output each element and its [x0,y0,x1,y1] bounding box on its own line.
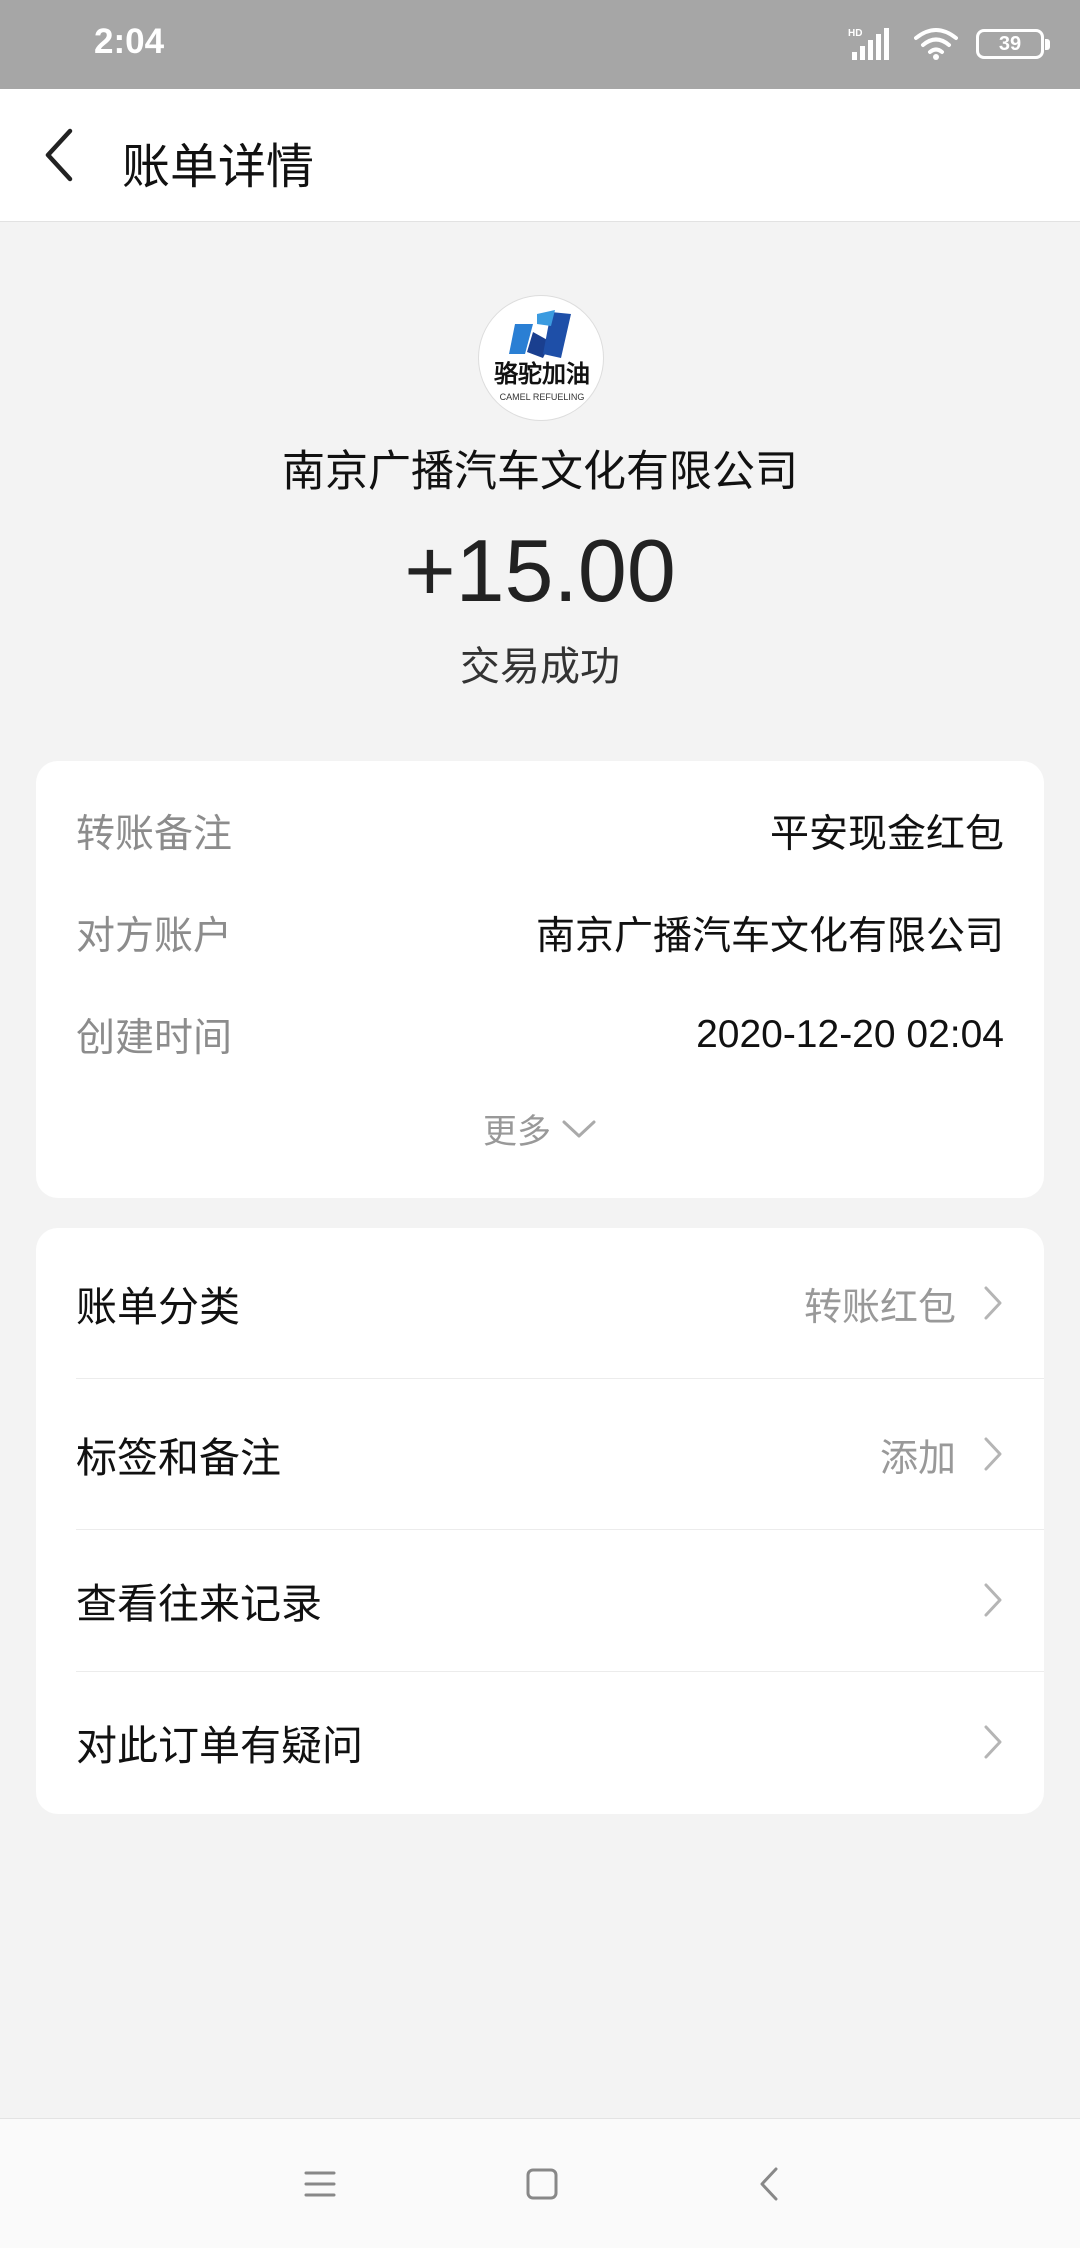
menu-item-value: 转账红包 [803,1284,956,1329]
back-triangle-icon[interactable] [750,2164,790,2204]
detail-value: 南京广播汽车文化有限公司 [535,914,1004,959]
page-title: 账单详情 [122,139,315,195]
menu-item-value: 添加 [879,1435,956,1480]
home-square-icon[interactable] [522,2164,562,2204]
chevron-down-icon [562,1120,596,1137]
chevron-right-icon [984,1583,1002,1617]
app-header: 账单详情 [0,89,1080,222]
signal-icon: HD [848,28,889,60]
details-card: 转账备注 平安现金红包 对方账户 南京广播汽车文化有限公司 创建时间 2020-… [36,761,1044,1198]
menu-item-tags-remarks[interactable]: 标签和备注 添加 [36,1379,1044,1529]
detail-label: 创建时间 [76,1016,233,1061]
battery-icon: 39 [976,29,1050,59]
menu-item-label: 账单分类 [76,1283,240,1331]
logo-text: 骆驼加油 [494,360,590,388]
wifi-icon [914,28,958,60]
detail-row-account: 对方账户 南京广播汽车文化有限公司 [76,903,1004,963]
merchant-name: 南京广播汽车文化有限公司 [282,447,798,497]
detail-label: 转账备注 [76,812,233,857]
battery-level: 39 [998,32,1022,55]
detail-value: 2020-12-20 02:04 [696,1013,1004,1056]
menu-item-label: 标签和备注 [76,1434,281,1482]
detail-row-created-time: 创建时间 2020-12-20 02:04 [76,1005,1004,1065]
detail-value: 平安现金红包 [769,812,1004,857]
logo-subtext: CAMEL REFUELING [500,392,585,402]
merchant-logo: 骆驼加油 CAMEL REFUELING [478,295,604,421]
menu-item-label: 查看往来记录 [76,1580,322,1628]
detail-row-remark: 转账备注 平安现金红包 [76,801,1004,861]
menu-item-label: 对此订单有疑问 [76,1722,363,1770]
menu-item-question[interactable]: 对此订单有疑问 [36,1672,1044,1812]
more-label: 更多 [483,1112,551,1152]
menu-item-category[interactable]: 账单分类 转账红包 [36,1228,1044,1378]
menu-item-history[interactable]: 查看往来记录 [36,1530,1044,1670]
detail-label: 对方账户 [76,914,233,959]
chevron-right-icon [984,1725,1002,1759]
camel-logo-icon: 骆驼加油 CAMEL REFUELING [494,310,590,402]
menu-icon[interactable] [300,2164,340,2204]
chevron-right-icon [984,1286,1002,1320]
actions-card: 账单分类 转账红包 标签和备注 添加 查看往来记录 对此订单有疑问 [36,1228,1044,1814]
transaction-amount: +15.00 [404,521,676,620]
back-button[interactable] [40,125,80,185]
chevron-right-icon [984,1437,1002,1471]
network-type-label: HD [848,28,862,39]
system-nav-bar [0,2118,1080,2248]
status-time: 2:04 [94,22,165,61]
more-toggle[interactable]: 更多 [36,1104,1044,1153]
status-bar: 2:04 HD 39 [0,0,1080,89]
status-icons: HD 39 [848,22,1050,66]
transaction-status: 交易成功 [460,644,620,690]
